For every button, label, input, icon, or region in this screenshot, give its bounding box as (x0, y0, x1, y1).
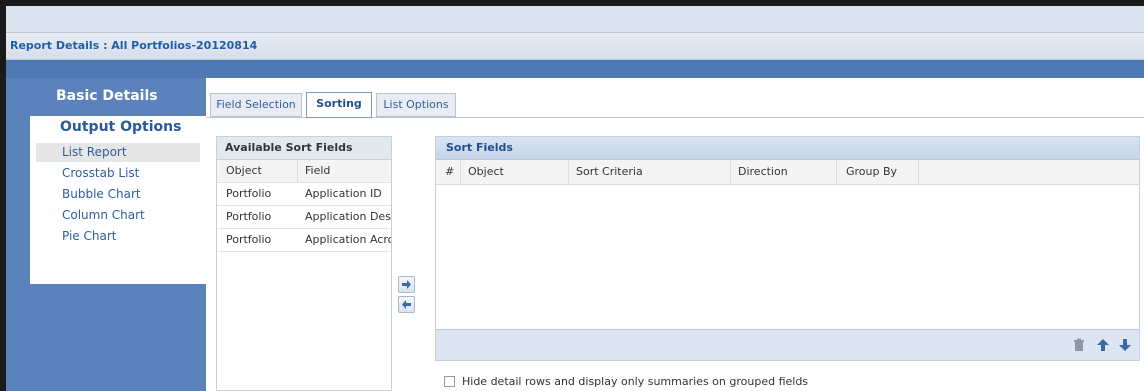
sort-fields-panel: Sort Fields # Object Sort Criteria Direc… (435, 136, 1140, 361)
sidebar-item-column-chart[interactable]: Column Chart (36, 206, 200, 225)
arrow-left-icon (402, 300, 411, 309)
row-object: Portfolio (226, 210, 272, 223)
remove-sort-field-button[interactable] (398, 296, 415, 313)
sidebar-item-bubble-chart[interactable]: Bubble Chart (36, 185, 200, 204)
list-item[interactable]: Portfolio Application ID (217, 183, 391, 206)
available-sort-fields-title: Available Sort Fields (217, 137, 391, 160)
column-divider (460, 160, 461, 184)
sidebar-output-options[interactable]: Output Options (60, 119, 181, 135)
column-divider (730, 160, 731, 184)
arrow-right-icon (402, 280, 411, 289)
column-group-by[interactable]: Group By (846, 160, 897, 184)
column-sort-criteria[interactable]: Sort Criteria (576, 160, 643, 184)
available-sort-fields-panel: Available Sort Fields Object Field Portf… (216, 136, 392, 391)
sidebar-visibility[interactable]: Visibility (56, 262, 125, 278)
column-direction[interactable]: Direction (738, 160, 788, 184)
arrow-down-icon[interactable] (1118, 338, 1132, 352)
tab-field-selection[interactable]: Field Selection (210, 93, 302, 117)
sidebar-output-options-panel: Output Options List Report Crosstab List… (30, 116, 206, 284)
top-band (6, 6, 1144, 32)
list-item[interactable]: Portfolio Application Description (217, 206, 391, 229)
row-field: Application ID (305, 187, 382, 200)
column-divider (836, 160, 837, 184)
row-object: Portfolio (226, 233, 272, 246)
column-divider (918, 160, 919, 184)
sidebar-item-crosstab-list[interactable]: Crosstab List (36, 164, 200, 183)
sort-fields-toolbar (436, 329, 1139, 360)
sidebar-basic-details[interactable]: Basic Details (56, 88, 158, 104)
report-title-bar: Report Details : All Portfolios-20120814 (6, 32, 1144, 60)
list-item[interactable]: Portfolio Application Acronym (217, 229, 391, 252)
trash-icon[interactable] (1072, 338, 1086, 352)
tab-sorting[interactable]: Sorting (306, 92, 372, 118)
column-number[interactable]: # (445, 160, 454, 184)
sidebar-item-pie-chart[interactable]: Pie Chart (36, 227, 200, 246)
row-object: Portfolio (226, 187, 272, 200)
row-field: Application Description (305, 210, 391, 223)
column-object[interactable]: Object (468, 160, 504, 184)
sidebar: Basic Details Output Options List Report… (6, 78, 206, 391)
hide-detail-rows-checkbox[interactable] (444, 376, 455, 387)
column-divider (568, 160, 569, 184)
column-divider (297, 160, 298, 182)
sidebar-item-list-report[interactable]: List Report (36, 143, 200, 162)
column-field[interactable]: Field (305, 160, 391, 182)
add-sort-field-button[interactable] (398, 276, 415, 293)
row-field: Application Acronym (305, 233, 391, 246)
header-band (6, 60, 1144, 78)
arrow-up-icon[interactable] (1096, 338, 1110, 352)
available-columns-header: Object Field (217, 160, 391, 183)
hide-detail-rows-label: Hide detail rows and display only summar… (462, 375, 809, 388)
report-title: Report Details : All Portfolios-20120814 (10, 39, 258, 52)
sort-columns-header: # Object Sort Criteria Direction Group B… (436, 160, 1139, 185)
column-object[interactable]: Object (226, 160, 296, 182)
sort-fields-title: Sort Fields (436, 137, 1139, 160)
tab-list-options[interactable]: List Options (376, 93, 456, 117)
